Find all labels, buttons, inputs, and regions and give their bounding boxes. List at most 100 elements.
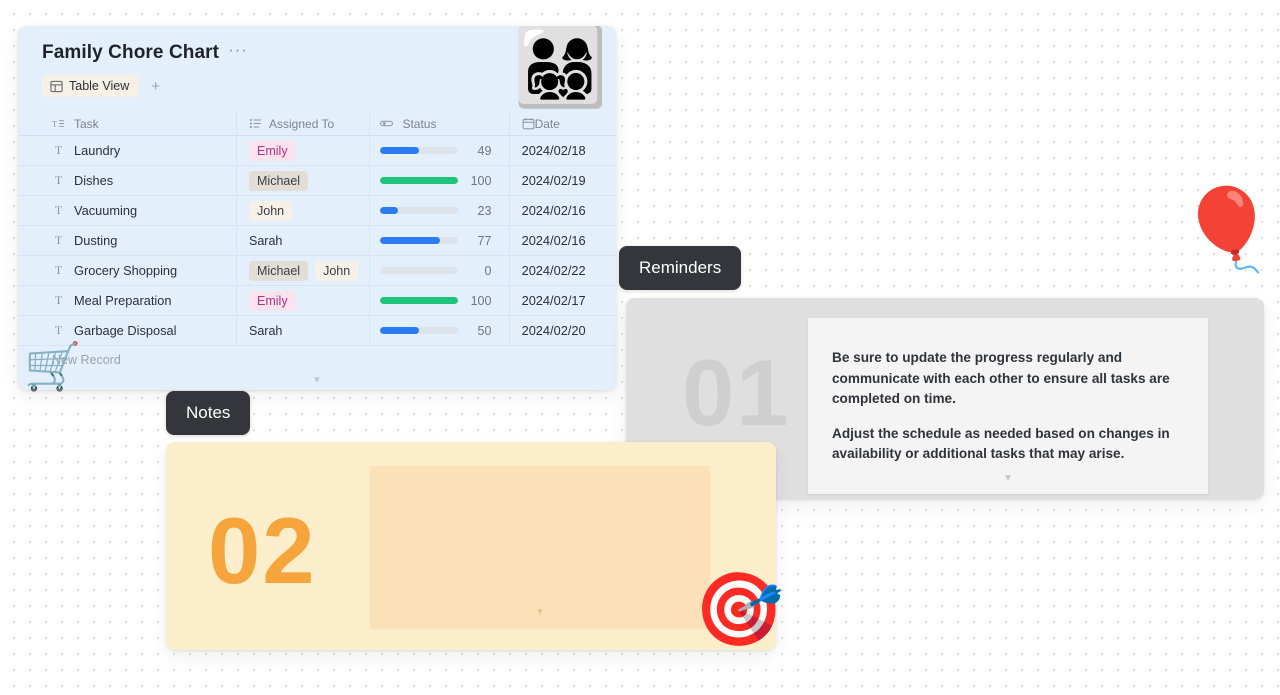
reminders-text-panel[interactable]: Be sure to update the progress regularly… xyxy=(808,318,1208,494)
text-field-icon: T xyxy=(54,203,63,217)
cell-status[interactable]: 23 xyxy=(370,196,510,225)
table-view-icon xyxy=(50,80,63,92)
family-chore-chart-card[interactable]: Family Chore Chart ··· Table View + 👨‍� xyxy=(18,26,616,390)
column-header-assigned-to[interactable]: Assigned To xyxy=(237,112,371,135)
table-row[interactable]: T Grocery Shopping Michael John 0 2024/02/22 xyxy=(18,256,616,286)
assignee-chip[interactable]: John xyxy=(249,200,293,221)
table-row[interactable]: T Laundry Emily 49 2024/02/18 xyxy=(18,136,616,166)
reminders-collapse-chevron-icon[interactable]: ▾ xyxy=(808,471,1208,484)
cell-task[interactable]: T Meal Preparation xyxy=(38,286,238,315)
cell-status[interactable]: 100 xyxy=(370,166,510,195)
text-field-icon: T xyxy=(54,143,63,157)
table-card-surface: Family Chore Chart ··· Table View + 👨‍� xyxy=(18,26,616,390)
new-record-button[interactable]: New Record xyxy=(18,346,616,374)
family-emoji: 👨‍👩‍👧‍👦 xyxy=(513,26,608,110)
calendar-icon xyxy=(522,118,534,130)
cell-date[interactable]: 2024/02/19 xyxy=(510,166,616,195)
shopping-cart-emoji: 🛒 xyxy=(24,340,82,392)
assignee-chip[interactable]: Sarah xyxy=(249,231,290,251)
notes-card[interactable]: 02 ▾ xyxy=(166,442,776,650)
progress-bar-fill xyxy=(380,147,419,154)
chore-table: T Task Assigned To Status Date T Laundry… xyxy=(18,112,616,374)
cell-task[interactable]: T Dusting xyxy=(38,226,238,255)
tab-table-view[interactable]: Table View xyxy=(42,75,140,97)
progress-value: 100 xyxy=(470,293,492,308)
cell-task[interactable]: T Grocery Shopping xyxy=(38,256,238,285)
cell-date[interactable]: 2024/02/17 xyxy=(510,286,616,315)
progress-bar-track xyxy=(380,237,459,244)
more-options-icon[interactable]: ··· xyxy=(228,41,248,61)
cell-task-label: Laundry xyxy=(74,143,121,158)
table-row[interactable]: T Dishes Michael 100 2024/02/19 xyxy=(18,166,616,196)
table-row[interactable]: T Garbage Disposal Sarah 50 2024/02/20 xyxy=(18,316,616,346)
column-header-date[interactable]: Date xyxy=(510,112,616,135)
section-badge-reminders[interactable]: Reminders xyxy=(619,246,742,290)
text-field-icon: T xyxy=(54,323,63,337)
cell-date-label: 2024/02/18 xyxy=(521,143,586,158)
table-body: T Laundry Emily 49 2024/02/18 T Dishes Michael 1… xyxy=(18,136,616,346)
reminders-number: 01 xyxy=(682,340,791,445)
cell-assigned-to[interactable]: Emily xyxy=(237,286,371,315)
assignee-chip[interactable]: Michael xyxy=(249,260,309,281)
text-field-icon: T xyxy=(54,233,63,247)
text-field-icon: T xyxy=(54,293,63,307)
target-emoji: 🎯 xyxy=(694,570,784,650)
column-header-task[interactable]: T Task xyxy=(38,112,238,135)
cell-assigned-to[interactable]: Sarah xyxy=(237,316,371,345)
cell-date[interactable]: 2024/02/20 xyxy=(510,316,616,345)
column-header-status-label: Status xyxy=(402,116,437,131)
balloon-emoji: 🎈 xyxy=(1177,185,1277,274)
cell-assigned-to[interactable]: Michael xyxy=(237,166,371,195)
cell-date[interactable]: 2024/02/16 xyxy=(510,196,616,225)
cell-date-label: 2024/02/19 xyxy=(521,173,586,188)
tab-table-view-label: Table View xyxy=(69,79,130,93)
notes-collapse-chevron-icon[interactable]: ▾ xyxy=(370,605,710,618)
table-collapse-chevron-icon[interactable]: ▾ xyxy=(18,373,616,386)
cell-status[interactable]: 49 xyxy=(370,136,510,165)
table-header-row: T Task Assigned To Status Date xyxy=(18,112,616,136)
cell-date-label: 2024/02/20 xyxy=(521,323,586,338)
add-view-button[interactable]: + xyxy=(143,79,168,94)
cell-task[interactable]: T Vacuuming xyxy=(38,196,238,225)
table-row[interactable]: T Vacuuming John 23 2024/02/16 xyxy=(18,196,616,226)
cell-task[interactable]: T Dishes xyxy=(38,166,238,195)
cell-date[interactable]: 2024/02/18 xyxy=(510,136,616,165)
cell-status[interactable]: 0 xyxy=(370,256,510,285)
cell-assigned-to[interactable]: John xyxy=(237,196,371,225)
column-header-status[interactable]: Status xyxy=(370,112,510,135)
assignee-chip[interactable]: John xyxy=(315,260,359,281)
cell-assigned-to[interactable]: Emily xyxy=(237,136,371,165)
progress-bar-fill xyxy=(380,297,459,304)
cell-assigned-to[interactable]: Michael John xyxy=(237,256,371,285)
app-canvas: Family Chore Chart ··· Table View + 👨‍� xyxy=(0,0,1280,695)
cell-task-label: Dishes xyxy=(74,173,114,188)
cell-date-label: 2024/02/22 xyxy=(521,263,586,278)
progress-value: 0 xyxy=(484,263,492,278)
progress-bar-track xyxy=(380,267,459,274)
assignee-chip[interactable]: Sarah xyxy=(249,321,290,341)
progress-bar-track xyxy=(380,207,459,214)
cell-date[interactable]: 2024/02/16 xyxy=(510,226,616,255)
progress-bar-fill xyxy=(380,177,459,184)
assignee-chip[interactable]: Michael xyxy=(249,170,309,191)
cell-status[interactable]: 100 xyxy=(370,286,510,315)
cell-status[interactable]: 50 xyxy=(370,316,510,345)
cell-task[interactable]: T Laundry xyxy=(38,136,238,165)
table-row[interactable]: T Dusting Sarah 77 2024/02/16 xyxy=(18,226,616,256)
progress-bar-track xyxy=(380,147,459,154)
section-badge-notes[interactable]: Notes xyxy=(166,391,251,435)
cell-status[interactable]: 77 xyxy=(370,226,510,255)
cell-assigned-to[interactable]: Sarah xyxy=(237,226,371,255)
progress-bar-fill xyxy=(380,237,441,244)
assignee-chip[interactable]: Emily xyxy=(249,140,296,161)
progress-bar-fill xyxy=(380,207,399,214)
table-card-header: Family Chore Chart ··· Table View + 👨‍� xyxy=(18,26,616,112)
assignee-chip[interactable]: Emily xyxy=(249,290,296,311)
column-header-assigned-to-label: Assigned To xyxy=(269,116,335,131)
cell-date[interactable]: 2024/02/22 xyxy=(510,256,616,285)
table-row[interactable]: T Meal Preparation Emily 100 2024/02/17 xyxy=(18,286,616,316)
notes-number: 02 xyxy=(208,498,317,603)
progress-icon xyxy=(380,120,394,127)
notes-content-panel[interactable]: ▾ xyxy=(370,466,710,628)
progress-value: 77 xyxy=(477,233,492,248)
